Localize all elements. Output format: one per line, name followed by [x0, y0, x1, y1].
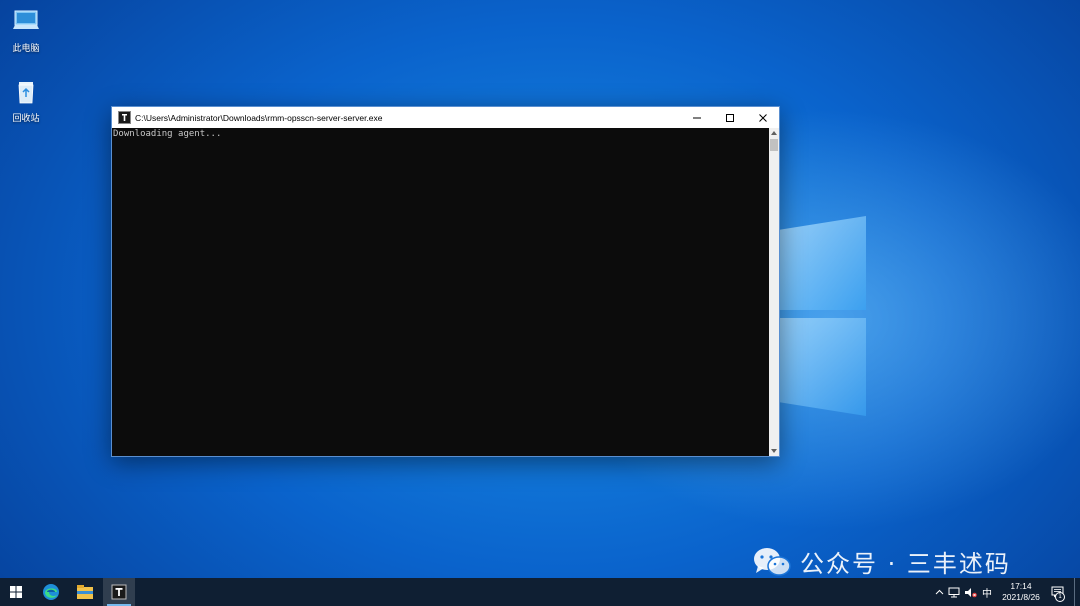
desktop: 此电脑 回收站 C:\Users\Administrator\Downloads… — [0, 0, 1080, 578]
close-button[interactable] — [746, 107, 779, 128]
chevron-up-icon — [771, 131, 777, 135]
watermark-text: 公众号 · 三丰述码 — [800, 550, 1011, 578]
volume-muted-icon — [964, 587, 977, 597]
wallpaper-windows-logo — [778, 216, 866, 416]
windows-logo-icon — [10, 586, 22, 598]
this-pc-icon — [13, 10, 39, 29]
network-icon — [948, 587, 960, 597]
maximize-icon — [725, 113, 734, 122]
minimize-button[interactable] — [680, 107, 713, 128]
chevron-up-icon — [935, 589, 943, 595]
terminal-icon — [111, 584, 127, 600]
desktop-icon-label: 回收站 — [12, 114, 40, 124]
console-taskbar-button[interactable] — [103, 578, 135, 606]
scroll-up-arrow[interactable] — [769, 128, 779, 138]
edge-icon — [43, 584, 59, 600]
network-button[interactable] — [946, 578, 962, 606]
start-button[interactable] — [0, 578, 32, 606]
minimize-icon — [692, 117, 701, 118]
title-bar[interactable]: C:\Users\Administrator\Downloads\rmm-ops… — [112, 107, 779, 128]
clock-time: 17:14 — [1010, 581, 1032, 591]
clock-button[interactable]: 17:14 2021/8/26 — [996, 578, 1046, 606]
scrollbar-thumb[interactable] — [770, 139, 778, 151]
chevron-down-icon — [771, 449, 777, 453]
clock-date: 2021/8/26 — [1002, 592, 1040, 602]
watermark: 公众号 · 三丰述码 — [752, 544, 1011, 578]
close-icon — [758, 113, 767, 122]
recycle-bin-icon — [18, 82, 34, 104]
desktop-icon-this-pc[interactable]: 此电脑 — [0, 6, 52, 54]
system-tray: 中 17:14 2021/8/26 1 — [932, 578, 1080, 606]
console-window[interactable]: C:\Users\Administrator\Downloads\rmm-ops… — [111, 106, 780, 457]
wechat-icon — [754, 547, 791, 576]
show-hidden-icons-button[interactable] — [932, 578, 946, 606]
terminal-icon — [118, 111, 131, 124]
file-explorer-button[interactable] — [69, 578, 101, 606]
maximize-button[interactable] — [713, 107, 746, 128]
show-desktop-button[interactable] — [1074, 578, 1080, 606]
notification-count-badge: 1 — [1055, 592, 1065, 602]
desktop-icon-label: 此电脑 — [12, 44, 40, 54]
vertical-scrollbar[interactable] — [769, 128, 779, 456]
console-output-text: Downloading agent... — [113, 129, 222, 139]
window-title: C:\Users\Administrator\Downloads\rmm-ops… — [135, 112, 383, 123]
folder-icon — [77, 585, 93, 599]
console-output-area[interactable]: Downloading agent... — [112, 128, 769, 456]
scroll-down-arrow[interactable] — [769, 446, 779, 456]
taskbar: 中 17:14 2021/8/26 1 — [0, 578, 1080, 606]
input-method-indicator[interactable]: 中 — [978, 578, 996, 606]
desktop-icon-recycle-bin[interactable]: 回收站 — [0, 76, 52, 124]
edge-button[interactable] — [35, 578, 67, 606]
volume-button[interactable] — [962, 578, 978, 606]
action-center-button[interactable]: 1 — [1046, 578, 1068, 606]
